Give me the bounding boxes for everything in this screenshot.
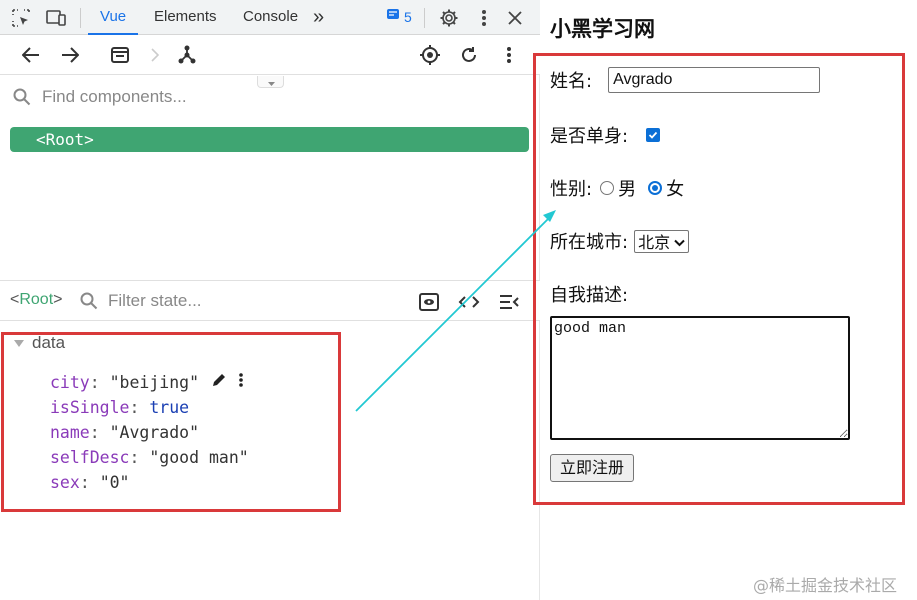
filter-state-input[interactable] [106,289,366,313]
issues-badge[interactable]: 5 [386,8,412,25]
devtools-tabbar: Vue Elements Console » 5 [0,0,540,35]
forward-arrow-icon[interactable] [58,43,82,67]
chevron-right-icon [143,43,167,67]
message-icon [386,8,400,25]
annotation-box-form [533,53,905,505]
tab-elements[interactable]: Elements [154,0,217,35]
state-inspector-header: <Root> [0,280,540,321]
components-icon[interactable] [108,43,132,67]
issues-count: 5 [404,8,412,25]
settings-gear-icon[interactable] [438,7,460,29]
back-arrow-icon[interactable] [19,43,43,67]
more-options-icon[interactable] [497,43,521,67]
scroll-to-component-icon[interactable] [418,291,440,313]
filter-search-icon [80,292,98,315]
search-icon [13,88,31,111]
page-title: 小黑学习网 [550,17,655,41]
code-icon[interactable] [458,291,480,313]
selected-component-crumb: <Root> [10,291,63,308]
refresh-icon[interactable] [457,43,481,67]
watermark: @稀土掘金技术社区 [753,576,898,595]
kebab-menu-icon[interactable] [473,7,495,29]
more-tabs-button[interactable]: » [313,0,324,35]
inspect-element-icon[interactable] [10,7,32,29]
root-component-node[interactable]: <Root> [10,127,529,152]
tab-console[interactable]: Console [243,0,298,35]
tab-vue[interactable]: Vue [88,0,139,35]
annotation-box-state [1,332,341,512]
find-components-input[interactable] [40,84,340,110]
component-search-row [0,76,540,118]
vue-devtools-navbar [0,35,540,75]
component-tree-icon[interactable] [175,43,199,67]
collapse-all-icon[interactable] [498,291,520,313]
close-icon[interactable] [504,7,526,29]
device-toolbar-icon[interactable] [45,7,67,29]
select-component-target-icon[interactable] [418,43,442,67]
